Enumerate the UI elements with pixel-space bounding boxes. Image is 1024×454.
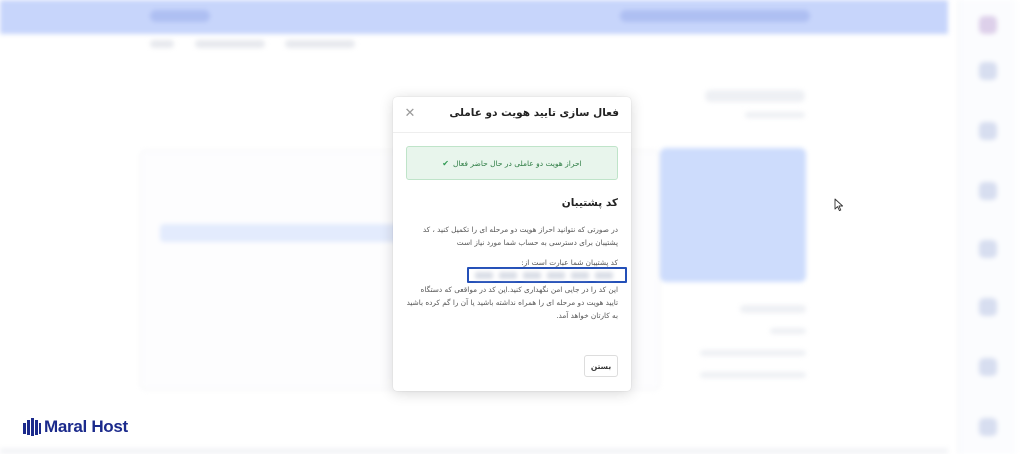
sidebar-icon[interactable] <box>979 298 997 316</box>
sidebar-icon[interactable] <box>979 62 997 80</box>
content-line <box>740 305 806 313</box>
alert-text: احراز هویت دو عاملی در حال حاضر فعال <box>453 158 582 168</box>
sidebar <box>958 0 1016 454</box>
modal-header: فعال سازی تایید هویت دو عاملی ✕ <box>393 97 631 133</box>
section-title: کد پشتیبان <box>561 197 618 209</box>
frame-bottom <box>0 448 948 454</box>
sidebar-icon[interactable] <box>979 16 997 34</box>
maral-host-logo: Maral Host <box>22 416 128 438</box>
check-icon: ✔ <box>442 158 449 168</box>
modal-title: فعال سازی تایید هویت دو عاملی <box>449 107 619 119</box>
content-bar <box>160 224 410 242</box>
page-subtitle <box>745 112 805 118</box>
content-line <box>700 350 806 356</box>
logo-mark-icon <box>23 418 41 436</box>
top-bar <box>0 0 948 34</box>
backup-code-value <box>475 272 613 280</box>
success-alert: احراز هویت دو عاملی در حال حاضر فعال ✔ <box>406 146 618 180</box>
close-icon[interactable]: ✕ <box>403 107 417 121</box>
sidebar-icon[interactable] <box>979 418 997 436</box>
sidebar-icon[interactable] <box>979 240 997 258</box>
logo-text: Maral Host <box>44 417 128 436</box>
profile-card <box>660 148 806 282</box>
two-factor-modal: فعال سازی تایید هویت دو عاملی ✕ احراز هو… <box>393 97 631 391</box>
backup-code-description: در صورتی که نتوانید احراز هویت دو مرحله … <box>422 225 618 247</box>
page-title <box>705 90 805 102</box>
content-line <box>700 372 806 378</box>
sidebar-icon[interactable] <box>979 358 997 376</box>
sidebar-icon[interactable] <box>979 122 997 140</box>
backup-code-highlight <box>467 267 627 283</box>
mouse-cursor-icon <box>834 198 844 212</box>
backup-code-label: کد پشتیبان شما عبارت است از: <box>521 258 618 267</box>
sidebar-icon[interactable] <box>979 182 997 200</box>
content-line <box>770 328 806 334</box>
backup-code-note: این کد را در جایی امن نگهداری کنید.این ک… <box>406 285 618 320</box>
close-button[interactable]: بستن <box>584 355 618 377</box>
